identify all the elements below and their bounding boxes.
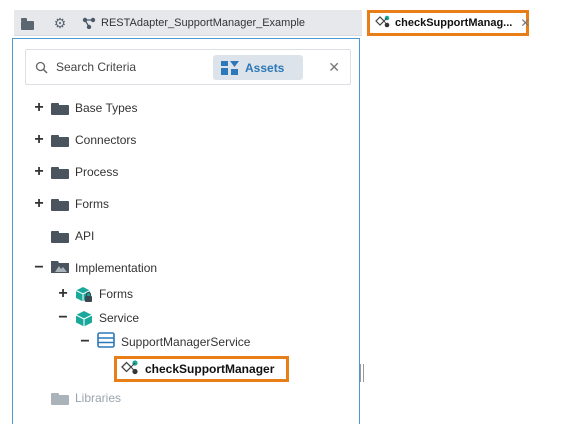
- tree-item-support-manager-service[interactable]: − SupportManagerService: [79, 331, 251, 353]
- explorer-tab-strip: ⚙ RESTAdapter_SupportManager_Example: [14, 10, 362, 36]
- assets-button[interactable]: Assets: [213, 55, 303, 80]
- project-icon: [82, 17, 96, 30]
- tree-item-label: Forms: [99, 287, 133, 301]
- tree-item-process[interactable]: + Process: [33, 162, 118, 182]
- tree-item-impl-forms[interactable]: + Forms: [57, 284, 133, 304]
- forms-package-icon: [75, 286, 93, 303]
- expand-icon[interactable]: +: [33, 196, 45, 212]
- gear-icon[interactable]: ⚙: [52, 16, 68, 30]
- tree-item-service[interactable]: − Service: [57, 308, 139, 328]
- folder-icon: [51, 102, 69, 115]
- folder-icon: [51, 230, 69, 243]
- tree-item-base-types[interactable]: + Base Types: [33, 98, 137, 118]
- folder-icon: [51, 134, 69, 147]
- tree-item-label: Connectors: [75, 133, 137, 147]
- tree-item-implementation[interactable]: − Implementation: [33, 258, 157, 278]
- expand-icon[interactable]: +: [33, 132, 45, 148]
- folder-icon: [51, 392, 69, 405]
- collapse-icon[interactable]: −: [33, 260, 45, 276]
- folder-icon: [51, 198, 69, 211]
- project-name: RESTAdapter_SupportManager_Example: [101, 17, 306, 29]
- search-icon[interactable]: [35, 61, 49, 75]
- tree-item-check-support-manager[interactable]: checkSupportManager: [114, 356, 289, 382]
- folder-icon: [51, 166, 69, 179]
- clear-search-icon[interactable]: ✕: [328, 59, 340, 75]
- service-operation-icon: [375, 14, 391, 33]
- project-tab[interactable]: RESTAdapter_SupportManager_Example: [82, 15, 305, 31]
- service-package-icon: [75, 310, 93, 327]
- tree-item-label: Process: [75, 165, 119, 179]
- tree-item-label: Forms: [75, 197, 109, 211]
- implementation-folder-icon: [51, 259, 69, 278]
- editor-tab-check-support-manager[interactable]: checkSupportManag... ✕: [367, 10, 530, 36]
- tree-item-libraries[interactable]: Libraries: [33, 388, 121, 408]
- top-bar: ⚙ RESTAdapter_SupportManager_Example che…: [0, 0, 573, 38]
- panel-resize-handle[interactable]: [360, 364, 364, 382]
- tree-item-label: SupportManagerService: [121, 335, 251, 349]
- tree-item-forms[interactable]: + Forms: [33, 194, 109, 214]
- expand-icon: [33, 392, 45, 404]
- collapse-icon[interactable]: −: [57, 310, 69, 326]
- tree-item-label: Implementation: [75, 261, 158, 275]
- expand-icon[interactable]: +: [57, 286, 69, 302]
- tree-item-label: checkSupportManager: [145, 362, 275, 376]
- editor-tab-label: checkSupportManag...: [395, 17, 513, 29]
- tree-item-label: Service: [99, 311, 140, 325]
- assets-icon: [221, 60, 239, 75]
- folder-icon[interactable]: [19, 16, 35, 30]
- collapse-icon[interactable]: −: [79, 334, 91, 350]
- tree-item-api[interactable]: API: [51, 226, 94, 246]
- close-icon[interactable]: ✕: [520, 17, 530, 29]
- search-bar: Search Criteria Assets ✕: [25, 49, 351, 85]
- tree-item-label: Base Types: [75, 101, 138, 115]
- service-operation-icon: [121, 359, 139, 380]
- service-interface-icon: [97, 331, 115, 353]
- expand-icon[interactable]: +: [33, 164, 45, 180]
- tree-item-label: API: [75, 229, 95, 243]
- search-input[interactable]: Search Criteria: [56, 60, 136, 74]
- tree-item-label: Libraries: [75, 391, 122, 405]
- tree-item-connectors[interactable]: + Connectors: [33, 130, 136, 150]
- expand-icon[interactable]: +: [33, 100, 45, 116]
- assets-label: Assets: [245, 60, 285, 75]
